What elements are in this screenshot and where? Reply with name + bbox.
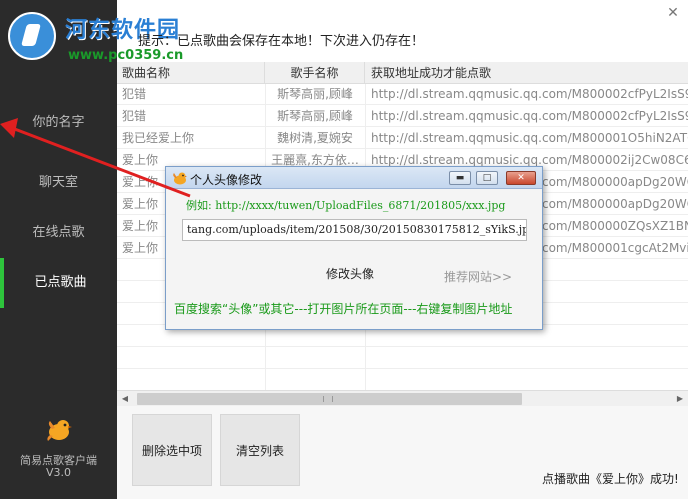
bottom-panel: 删除选中项 清空列表 点播歌曲《爱上你》成功! [117, 406, 688, 499]
header-song-name[interactable]: 歌曲名称 [117, 62, 265, 84]
cell-url: http://dl.stream.qqmusic.qq.com/M800001O… [371, 131, 688, 145]
logo-icon [8, 12, 56, 60]
sidebar: 你的名字 聊天室 在线点歌 已点歌曲 简易点歌客户端 V3.0 [0, 0, 117, 499]
delete-selected-button[interactable]: 删除选中项 [132, 414, 212, 486]
cell-url: http://dl.stream.qqmusic.qq.com/M800002c… [371, 87, 688, 101]
recommended-sites-link[interactable]: 推荐网站>> [444, 268, 512, 285]
table-row[interactable]: 犯错 斯琴高丽,顾峰 http://dl.stream.qqmusic.qq.c… [117, 106, 688, 127]
sidebar-item-chatroom[interactable]: 聊天室 [0, 158, 117, 208]
example-text: 例如: http://xxxx/tuwen/UploadFiles_6871/2… [186, 199, 506, 212]
cell-singer: 魏树清,夏婉安 [277, 131, 353, 145]
cell-song: 我已经爱上你 [122, 131, 195, 145]
avatar-dialog: 个人头像修改 ▬ □ ✕ 例如: http://xxxx/tuwen/Uploa… [165, 166, 543, 330]
grip-icon [323, 396, 333, 402]
close-icon[interactable]: ✕ [506, 171, 536, 185]
cell-song: 犯错 [122, 109, 147, 123]
table-row[interactable]: 我已经爱上你 魏树清,夏婉安 http://dl.stream.qqmusic.… [117, 128, 688, 149]
cell-song: 犯错 [122, 87, 147, 101]
header-url[interactable]: 获取地址成功才能点歌 [365, 62, 688, 84]
cell-url: http://dl.stream.qqmusic.qq.com/M800002c… [371, 109, 688, 123]
app-version: V3.0 [45, 466, 72, 479]
bird-icon [173, 172, 187, 185]
dialog-title: 个人头像修改 [190, 173, 263, 187]
change-avatar-button[interactable]: 修改头像 [326, 265, 374, 282]
cell-singer: 斯琴高丽,顾峰 [277, 109, 353, 123]
close-icon[interactable]: ✕ [664, 4, 682, 22]
dialog-titlebar[interactable]: 个人头像修改 ▬ □ ✕ [166, 167, 542, 189]
header-singer[interactable]: 歌手名称 [265, 62, 365, 84]
scroll-thumb[interactable] [137, 393, 522, 405]
scroll-right-icon[interactable]: ▶ [672, 391, 688, 407]
notice-text: 提示：已点歌曲会保存在本地！下次进入仍存在！ [138, 34, 425, 49]
table-row-empty [117, 348, 688, 369]
scroll-left-icon[interactable]: ◀ [117, 391, 133, 407]
cell-singer: 斯琴高丽,顾峰 [277, 87, 353, 101]
bird-icon [47, 420, 72, 441]
watermark-url: www.pc0359.cn [68, 48, 184, 63]
maximize-icon[interactable]: □ [476, 171, 498, 185]
sidebar-item-online-songs[interactable]: 在线点歌 [0, 208, 117, 258]
sidebar-item-your-name[interactable]: 你的名字 [0, 98, 117, 148]
minimize-icon[interactable]: ▬ [449, 171, 471, 185]
avatar-url-input[interactable]: tang.com/uploads/item/201508/30/20150830… [182, 219, 527, 241]
table-header: 歌曲名称 歌手名称 获取地址成功才能点歌 [117, 62, 688, 84]
table-row[interactable]: 犯错 斯琴高丽,顾峰 http://dl.stream.qqmusic.qq.c… [117, 84, 688, 105]
clear-list-button[interactable]: 清空列表 [220, 414, 300, 486]
status-text: 点播歌曲《爱上你》成功! [542, 472, 679, 486]
sidebar-item-requested-songs[interactable]: 已点歌曲 [0, 258, 117, 308]
horizontal-scrollbar[interactable]: ◀ ▶ [117, 390, 688, 406]
hint-text: 百度搜索“头像”或其它---打开图片所在页面---右键复制图片地址 [174, 302, 513, 316]
